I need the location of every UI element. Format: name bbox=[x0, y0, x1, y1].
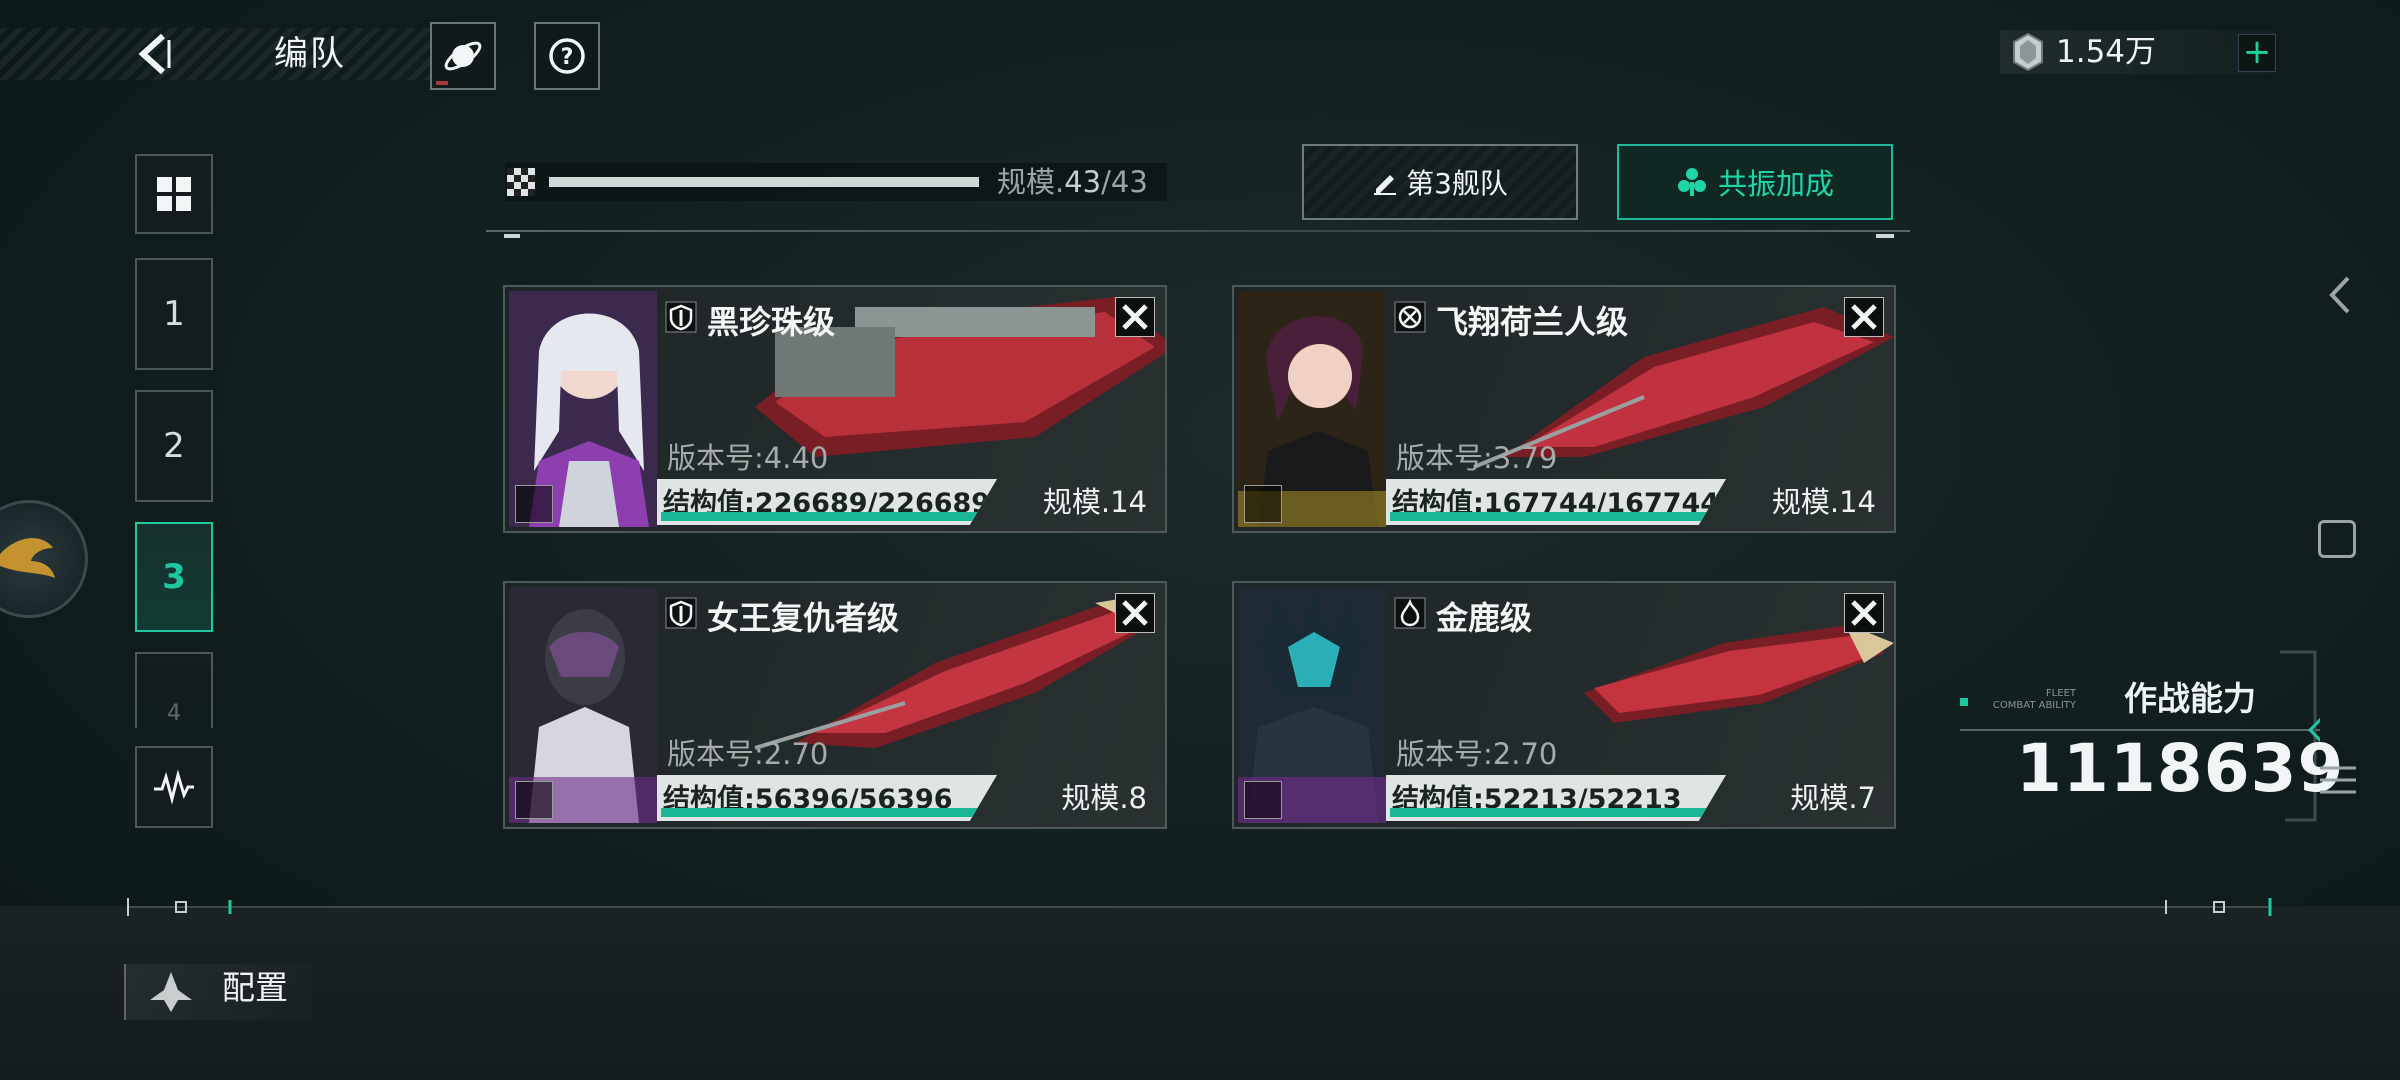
fighter-icon bbox=[1244, 485, 1282, 523]
fleet-name-label: 第3舰队 bbox=[1406, 167, 1508, 200]
rename-fleet-button[interactable]: 第3舰队 bbox=[1302, 144, 1578, 220]
structure-panel: 结构值:167744/167744 bbox=[1386, 479, 1726, 525]
chevron-left-icon bbox=[138, 33, 171, 75]
ship-card-4[interactable]: 金鹿级 版本号:2.70 结构值:52213/52213 规模.7 bbox=[1232, 581, 1896, 829]
help-button[interactable]: ? bbox=[534, 22, 600, 90]
ship-scale: 规模.7 bbox=[1790, 781, 1876, 815]
structure-bar bbox=[661, 808, 987, 817]
remove-ship-button[interactable] bbox=[1115, 297, 1155, 337]
fleet-scale-meter: 规模.43/43 bbox=[505, 163, 1167, 201]
ship-scale: 规模.14 bbox=[1042, 485, 1147, 519]
scale-max: /43 bbox=[1101, 165, 1148, 199]
page-title: 编队 bbox=[274, 34, 346, 74]
fleet-tab-4[interactable]: 4 bbox=[135, 652, 213, 728]
system-menu-icon[interactable] bbox=[2318, 760, 2358, 800]
structure-panel: 结构值:52213/52213 bbox=[1386, 775, 1726, 821]
ship-version: 版本号:2.70 bbox=[667, 737, 829, 771]
dragon-emblem-icon bbox=[0, 538, 55, 578]
system-back-icon[interactable] bbox=[2320, 270, 2360, 320]
currency-display: 1.54万 + bbox=[2000, 30, 2276, 74]
planet-button[interactable] bbox=[430, 22, 496, 90]
bottom-rule bbox=[128, 906, 2272, 908]
config-button[interactable]: 配置 bbox=[124, 964, 312, 1020]
ship-card-1[interactable]: 黑珍珠级 版本号:4.40 结构值:226689/226689 规模.14 bbox=[503, 285, 1167, 533]
ship-name: 金鹿级 bbox=[1436, 599, 1533, 637]
close-icon bbox=[1122, 600, 1148, 626]
ship-scale: 规模.14 bbox=[1771, 485, 1876, 519]
shield-icon bbox=[665, 597, 697, 629]
crystal-icon bbox=[2013, 32, 2043, 72]
fleet-sort-button[interactable] bbox=[135, 746, 213, 828]
ship-version: 版本号:4.40 bbox=[667, 441, 829, 475]
checker-icon bbox=[507, 168, 535, 196]
back-button[interactable] bbox=[128, 28, 178, 80]
divider-accent bbox=[504, 234, 520, 238]
ship-icon bbox=[150, 972, 192, 1012]
power-sub-caption: FLEET COMBAT ABILITY bbox=[1964, 688, 2076, 712]
config-label: 配置 bbox=[222, 968, 288, 1007]
fleet-tab-4-label: 4 bbox=[167, 701, 181, 726]
structure-bar bbox=[1390, 512, 1716, 521]
ship-scale: 规模.8 bbox=[1061, 781, 1147, 815]
ship-version: 版本号:2.70 bbox=[1396, 737, 1558, 771]
remove-ship-button[interactable] bbox=[1115, 593, 1155, 633]
power-sub-line2: COMBAT ABILITY bbox=[1992, 700, 2076, 711]
currency-value: 1.54万 bbox=[2056, 34, 2157, 70]
grid-icon bbox=[157, 177, 191, 211]
close-icon bbox=[1122, 304, 1148, 330]
system-home-icon[interactable] bbox=[2318, 520, 2356, 558]
divider-line bbox=[486, 230, 1910, 232]
ship-name: 女王复仇者级 bbox=[707, 599, 900, 637]
svg-text:?: ? bbox=[561, 45, 574, 70]
combat-power-label: 作战能力 bbox=[2124, 679, 2256, 718]
fighter-icon bbox=[1244, 781, 1282, 819]
structure-panel: 结构值:56396/56396 bbox=[657, 775, 997, 821]
scale-prefix: 规模. bbox=[997, 165, 1065, 199]
resonance-bonus-button[interactable]: 共振加成 bbox=[1617, 144, 1893, 220]
ship-card-2[interactable]: 飞翔荷兰人级 版本号:3.79 结构值:167744/167744 规模.14 bbox=[1232, 285, 1896, 533]
triangle-icon bbox=[515, 781, 553, 819]
divider-accent bbox=[1876, 234, 1894, 238]
structure-bar bbox=[661, 512, 987, 521]
shield-icon bbox=[665, 301, 697, 333]
wings-icon bbox=[515, 485, 553, 523]
red-tag bbox=[436, 81, 448, 85]
ruler-left bbox=[127, 898, 232, 916]
signal-wave-icon bbox=[154, 769, 194, 805]
close-icon bbox=[1851, 600, 1877, 626]
structure-bar bbox=[1390, 808, 1716, 817]
planet-icon bbox=[444, 41, 482, 71]
remove-ship-button[interactable] bbox=[1844, 297, 1884, 337]
target-icon bbox=[1394, 301, 1426, 333]
help-icon: ? bbox=[549, 38, 585, 74]
ship-version: 版本号:3.79 bbox=[1396, 441, 1558, 475]
fleet-tab-2[interactable]: 2 bbox=[135, 390, 213, 502]
structure-panel: 结构值:226689/226689 bbox=[657, 479, 997, 525]
bottom-panel bbox=[0, 906, 2400, 1080]
scale-label: 规模.43/43 bbox=[997, 163, 1148, 201]
fleet-tab-3[interactable]: 3 bbox=[135, 522, 213, 632]
resonance-label: 共振加成 bbox=[1717, 167, 1834, 201]
close-icon bbox=[1851, 304, 1877, 330]
flame-icon bbox=[1394, 597, 1426, 629]
formation-grid-button[interactable] bbox=[135, 154, 213, 234]
pencil-icon bbox=[1374, 175, 1397, 195]
commander-emblem[interactable] bbox=[0, 500, 88, 618]
combat-power-value: 1118639 bbox=[2016, 730, 2345, 807]
scale-progress-bar bbox=[549, 177, 979, 187]
resonance-icon bbox=[1677, 168, 1706, 196]
remove-ship-button[interactable] bbox=[1844, 593, 1884, 633]
ship-card-3[interactable]: 女王复仇者级 版本号:2.70 结构值:56396/56396 规模.8 bbox=[503, 581, 1167, 829]
add-currency-button[interactable]: + bbox=[2238, 34, 2276, 72]
power-sub-line1: FLEET bbox=[2045, 688, 2076, 699]
ruler-right bbox=[2165, 898, 2272, 916]
ship-name: 飞翔荷兰人级 bbox=[1436, 303, 1629, 341]
fleet-tab-1[interactable]: 1 bbox=[135, 258, 213, 370]
ship-name: 黑珍珠级 bbox=[707, 303, 836, 341]
scale-current: 43 bbox=[1064, 165, 1102, 199]
